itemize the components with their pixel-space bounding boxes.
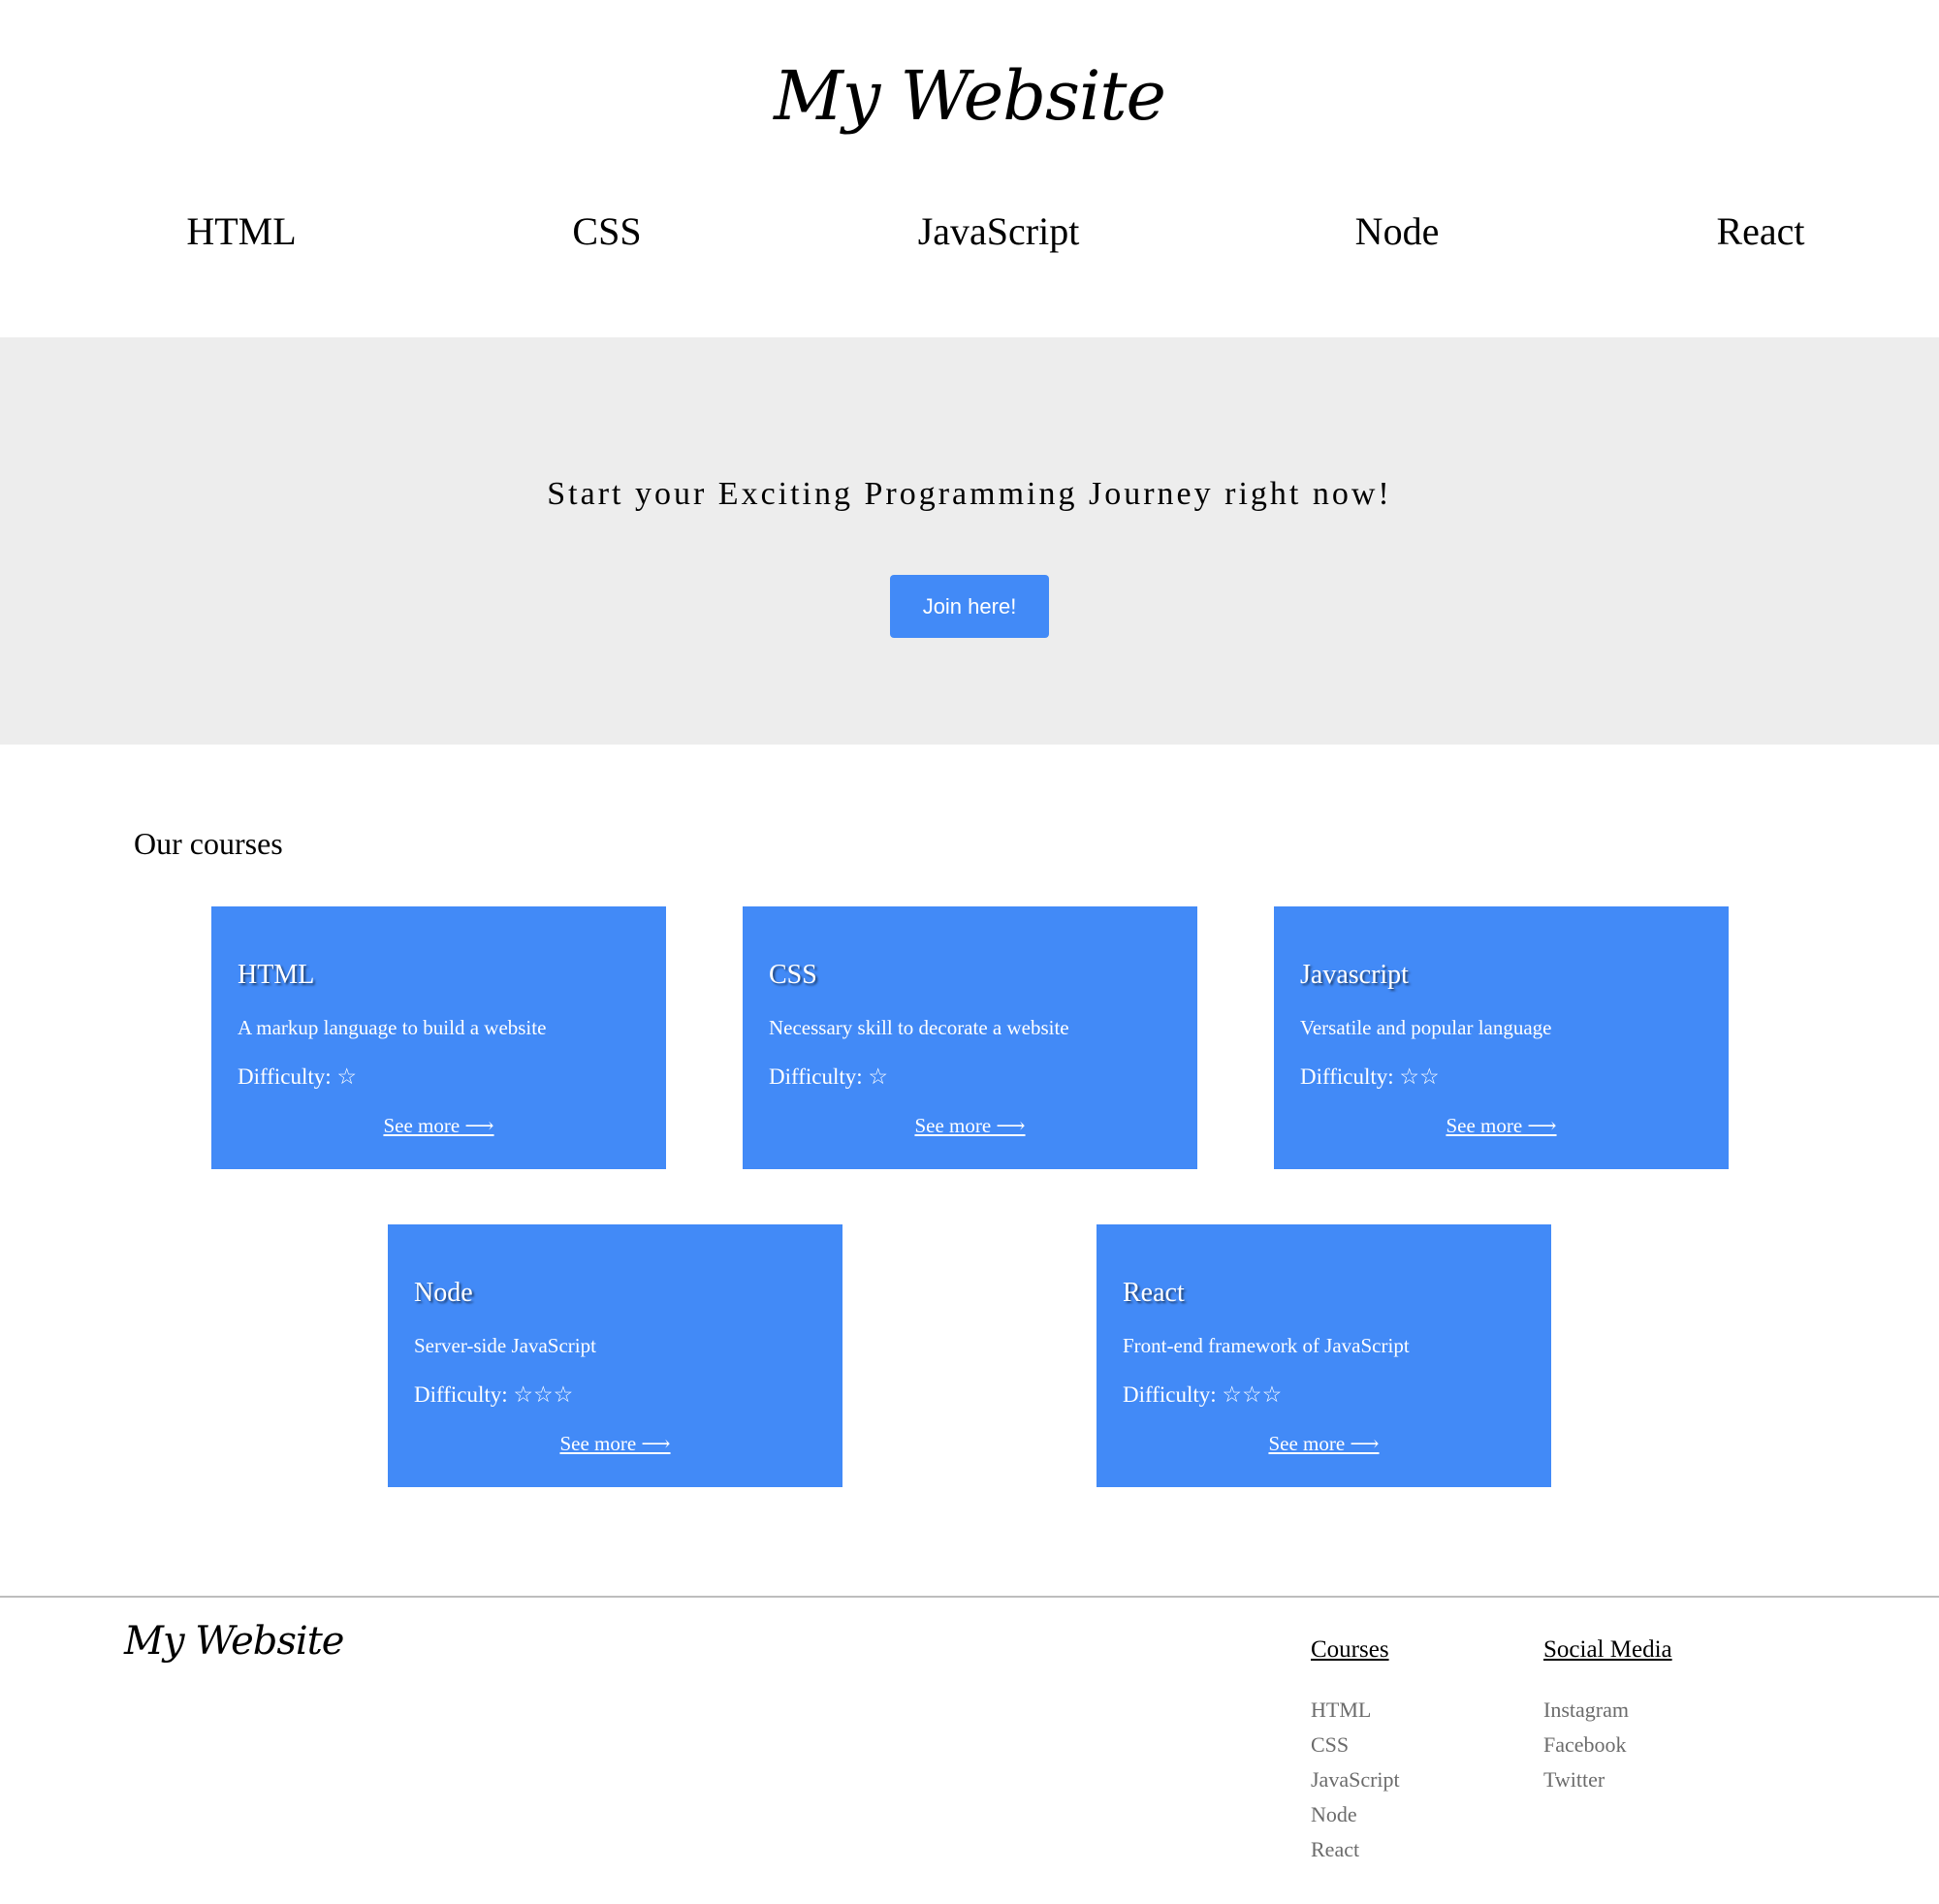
star-icon: ☆ <box>868 1064 889 1089</box>
course-title: CSS <box>769 960 817 990</box>
site-title: My Website <box>774 56 1166 136</box>
course-description: A markup language to build a website <box>238 1016 547 1039</box>
course-card-react: React Front-end framework of JavaScript … <box>1097 1224 1551 1487</box>
star-icon: ☆☆☆ <box>513 1382 574 1407</box>
footer-link-html[interactable]: HTML <box>1311 1693 1400 1728</box>
course-difficulty: Difficulty: ☆ <box>769 1064 888 1090</box>
difficulty-label: Difficulty: <box>1123 1382 1217 1407</box>
nav-item-react[interactable]: React <box>1716 208 1804 254</box>
nav-item-html[interactable]: HTML <box>186 208 296 254</box>
see-more-link[interactable]: See more ⟶ <box>559 1432 670 1455</box>
footer-logo: My Website <box>124 1619 344 1664</box>
hero-banner: Start your Exciting Programming Journey … <box>0 337 1939 745</box>
footer-courses-column: Courses HTML CSS JavaScript Node React <box>1311 1636 1400 1867</box>
course-title: Javascript <box>1300 960 1409 990</box>
star-icon: ☆☆ <box>1399 1064 1440 1089</box>
course-description: Versatile and popular language <box>1300 1016 1552 1039</box>
nav-item-javascript[interactable]: JavaScript <box>918 208 1080 254</box>
course-difficulty: Difficulty: ☆☆☆ <box>1123 1382 1282 1408</box>
see-more-link[interactable]: See more ⟶ <box>1268 1432 1379 1455</box>
difficulty-label: Difficulty: <box>238 1064 332 1089</box>
course-description: Server-side JavaScript <box>414 1334 596 1357</box>
nav-item-node[interactable]: Node <box>1355 208 1440 254</box>
footer-link-react[interactable]: React <box>1311 1832 1400 1867</box>
course-card-javascript: Javascript Versatile and popular languag… <box>1274 906 1729 1169</box>
see-more-link[interactable]: See more ⟶ <box>383 1114 493 1137</box>
course-title: HTML <box>238 960 315 990</box>
footer-social-title: Social Media <box>1543 1636 1672 1663</box>
footer-link-instagram[interactable]: Instagram <box>1543 1693 1672 1728</box>
hero-tagline: Start your Exciting Programming Journey … <box>547 476 1392 512</box>
footer-link-css[interactable]: CSS <box>1311 1728 1400 1762</box>
difficulty-label: Difficulty: <box>769 1064 863 1089</box>
course-description: Necessary skill to decorate a website <box>769 1016 1069 1039</box>
nav-item-css[interactable]: CSS <box>572 208 641 254</box>
course-card-css: CSS Necessary skill to decorate a websit… <box>743 906 1197 1169</box>
star-icon: ☆☆☆ <box>1222 1382 1283 1407</box>
difficulty-label: Difficulty: <box>1300 1064 1394 1089</box>
course-title: React <box>1123 1278 1185 1308</box>
courses-heading: Our courses <box>134 826 283 861</box>
course-difficulty: Difficulty: ☆☆ <box>1300 1064 1440 1090</box>
course-difficulty: Difficulty: ☆ <box>238 1064 357 1090</box>
course-title: Node <box>414 1278 473 1308</box>
footer-link-javascript[interactable]: JavaScript <box>1311 1762 1400 1797</box>
main-nav: HTML CSS JavaScript Node React <box>0 208 1939 267</box>
course-description: Front-end framework of JavaScript <box>1123 1334 1410 1357</box>
difficulty-label: Difficulty: <box>414 1382 508 1407</box>
footer-courses-title: Courses <box>1311 1636 1389 1663</box>
course-card-html: HTML A markup language to build a websit… <box>211 906 666 1169</box>
footer-link-node[interactable]: Node <box>1311 1797 1400 1832</box>
star-icon: ☆ <box>336 1064 358 1089</box>
course-card-node: Node Server-side JavaScript Difficulty: … <box>388 1224 842 1487</box>
see-more-link[interactable]: See more ⟶ <box>1446 1114 1556 1137</box>
site-header: My Website HTML CSS JavaScript Node Reac… <box>0 0 1939 337</box>
footer-link-facebook[interactable]: Facebook <box>1543 1728 1672 1762</box>
footer-social-column: Social Media Instagram Facebook Twitter <box>1543 1636 1672 1797</box>
join-button[interactable]: Join here! <box>890 575 1049 638</box>
see-more-link[interactable]: See more ⟶ <box>914 1114 1025 1137</box>
course-difficulty: Difficulty: ☆☆☆ <box>414 1382 573 1408</box>
footer-divider <box>0 1596 1939 1598</box>
footer-link-twitter[interactable]: Twitter <box>1543 1762 1672 1797</box>
